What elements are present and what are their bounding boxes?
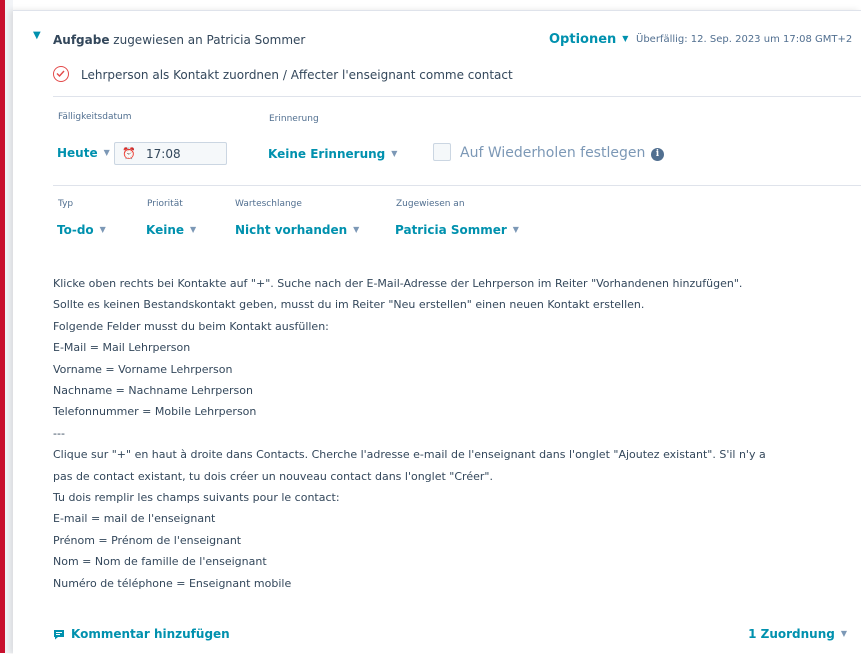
task-title[interactable]: Lehrperson als Kontakt zuordnen / Affect… <box>81 68 513 82</box>
priority-value: Keine <box>146 223 185 237</box>
due-time-input[interactable]: ⏰ 17:08 <box>114 142 227 165</box>
queue-dropdown[interactable]: Nicht vorhanden ▼ <box>235 223 359 237</box>
description-line: Prénom = Prénom de l'enseignant <box>53 533 242 547</box>
overdue-status: Überfällig: 12. Sep. 2023 um 17:08 GMT+2 <box>636 34 853 45</box>
window-gutter <box>5 0 13 653</box>
description-line: Nachname = Nachname Lehrperson <box>53 384 253 398</box>
repeat-label[interactable]: Auf Wiederholen festlegen <box>460 145 645 161</box>
associations-dropdown[interactable]: 1 Zuordnung ▼ <box>748 627 847 641</box>
priority-label: Priorität <box>147 199 183 209</box>
description-line: Telefonnummer = Mobile Lehrperson <box>53 405 257 419</box>
options-dropdown[interactable]: Optionen ▼ <box>549 32 628 47</box>
assignee-text: zugewiesen an Patricia Sommer <box>109 33 306 47</box>
description-line: Nom = Nom de famille de l'enseignant <box>53 555 267 569</box>
caret-down-icon: ▼ <box>840 629 847 638</box>
task-card: ▼ Aufgabe zugewiesen an Patricia Sommer … <box>13 10 861 654</box>
type-value: To-do <box>57 223 94 237</box>
chevron-down-icon[interactable]: ▼ <box>33 30 41 41</box>
add-comment-button[interactable]: Kommentar hinzufügen <box>53 627 230 641</box>
description-line: E-mail = mail de l'enseignant <box>53 512 216 526</box>
task-description[interactable]: Klicke oben rechts bei Kontakte auf "+".… <box>53 273 853 594</box>
alarm-clock-icon: ⏰ <box>122 147 136 160</box>
due-date-value: Heute <box>57 146 98 160</box>
description-line: Sollte es keinen Bestandskontakt geben, … <box>53 298 645 312</box>
type-dropdown[interactable]: To-do ▼ <box>57 223 106 237</box>
due-time-value: 17:08 <box>146 147 181 161</box>
reminder-value: Keine Erinnerung <box>268 147 386 161</box>
task-header-title[interactable]: Aufgabe zugewiesen an Patricia Sommer <box>53 33 305 47</box>
description-line: Folgende Felder musst du beim Kontakt au… <box>53 319 329 333</box>
caret-down-icon: ▼ <box>391 149 398 158</box>
reminder-label: Erinnerung <box>269 114 319 124</box>
checkmark-icon <box>56 70 65 77</box>
comment-icon <box>54 630 64 640</box>
description-line: pas de contact existant, tu dois créer u… <box>53 469 493 483</box>
caret-down-icon: ▼ <box>103 148 110 157</box>
description-line: E-Mail = Mail Lehrperson <box>53 341 191 355</box>
options-label: Optionen <box>549 32 617 47</box>
caret-down-icon: ▼ <box>622 34 629 43</box>
queue-label: Warteschlange <box>235 199 302 209</box>
associations-label: 1 Zuordnung <box>748 627 835 641</box>
description-line: Vorname = Vorname Lehrperson <box>53 362 233 376</box>
repeat-checkbox[interactable] <box>433 143 451 161</box>
due-date-dropdown[interactable]: Heute ▼ <box>57 146 110 160</box>
caret-down-icon: ▼ <box>353 225 360 234</box>
due-date-label: Fälligkeitsdatum <box>58 112 132 122</box>
description-line: --- <box>53 426 65 440</box>
task-type-label: Aufgabe <box>53 33 110 47</box>
assigned-to-value: Patricia Sommer <box>395 223 507 237</box>
priority-dropdown[interactable]: Keine ▼ <box>146 223 196 237</box>
description-line: Klicke oben rechts bei Kontakte auf "+".… <box>53 277 743 290</box>
description-line: Clique sur "+" en haut à droite dans Con… <box>53 448 766 462</box>
check-circle-icon[interactable] <box>53 66 69 82</box>
add-comment-label: Kommentar hinzufügen <box>71 627 230 641</box>
task-header: ▼ Aufgabe zugewiesen an Patricia Sommer … <box>13 30 861 51</box>
caret-down-icon: ▼ <box>190 225 197 234</box>
description-line: Tu dois remplir les champs suivants pour… <box>53 491 340 505</box>
divider <box>53 185 861 186</box>
info-icon[interactable]: i <box>651 148 664 161</box>
caret-down-icon: ▼ <box>99 225 106 234</box>
description-line: Numéro de téléphone = Enseignant mobile <box>53 576 292 590</box>
assigned-to-dropdown[interactable]: Patricia Sommer ▼ <box>395 223 519 237</box>
type-label: Typ <box>58 199 74 209</box>
assigned-to-label: Zugewiesen an <box>396 199 465 209</box>
caret-down-icon: ▼ <box>512 225 519 234</box>
divider <box>53 96 861 97</box>
reminder-dropdown[interactable]: Keine Erinnerung ▼ <box>268 147 397 161</box>
queue-value: Nicht vorhanden <box>235 223 348 237</box>
